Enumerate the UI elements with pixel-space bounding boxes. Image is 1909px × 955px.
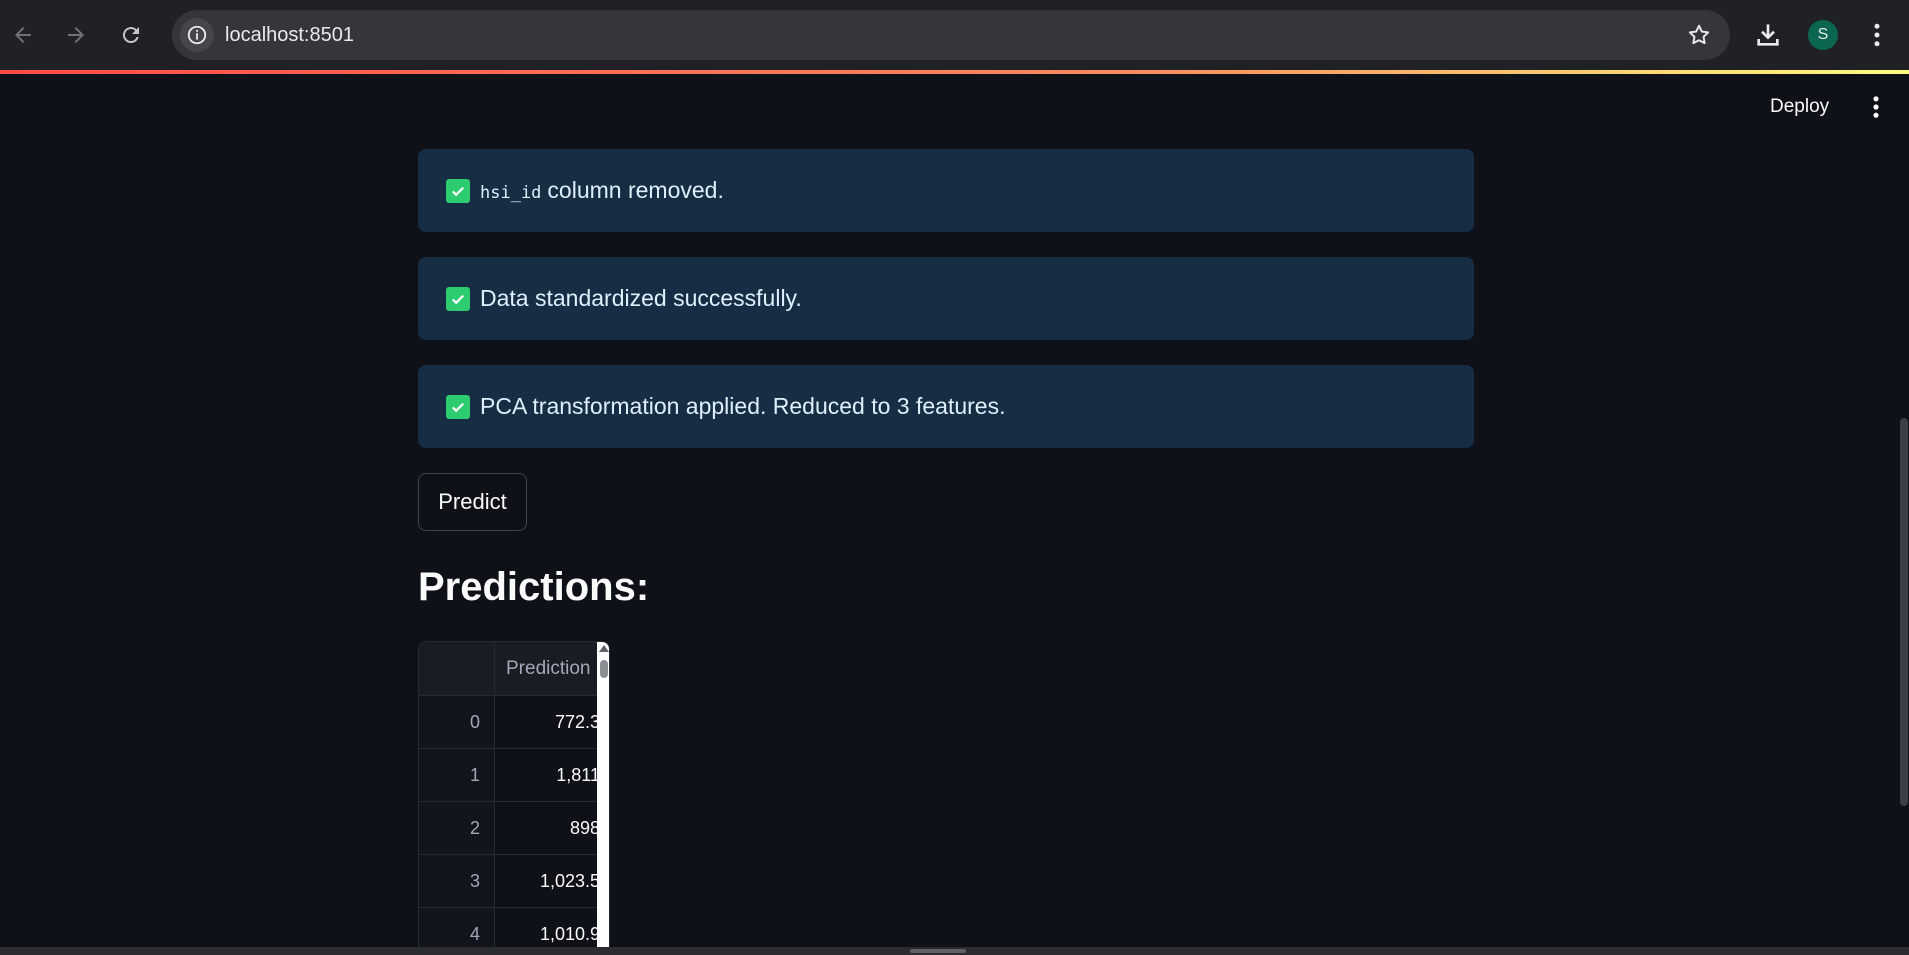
row-value[interactable]: 1,023.5 bbox=[496, 855, 600, 907]
table-row[interactable]: 1 1,811 bbox=[419, 749, 609, 802]
reload-button[interactable] bbox=[113, 17, 149, 53]
table-row[interactable]: 0 772.3 bbox=[419, 696, 609, 749]
back-button[interactable] bbox=[5, 17, 41, 53]
row-value[interactable]: 898 bbox=[496, 802, 600, 854]
table-header: Prediction bbox=[419, 642, 609, 696]
scroll-up-arrow-icon[interactable] bbox=[599, 645, 609, 652]
check-icon bbox=[446, 394, 470, 419]
row-value[interactable]: 772.3 bbox=[496, 696, 600, 748]
alert-text: Data standardized successfully. bbox=[480, 285, 802, 311]
app-decoration-bar bbox=[0, 70, 1909, 74]
success-alert-standardized: Data standardized successfully. bbox=[418, 257, 1474, 340]
column-header-prediction[interactable]: Prediction bbox=[506, 658, 591, 680]
alert-text: column removed. bbox=[547, 177, 724, 203]
resize-handle[interactable] bbox=[910, 949, 966, 953]
url-text[interactable]: localhost:8501 bbox=[225, 24, 354, 47]
page-scrollbar[interactable] bbox=[1898, 74, 1909, 955]
bottom-edge-bar bbox=[0, 947, 1909, 955]
predictions-table[interactable]: Prediction 0 772.3 1 1,811 2 898 3 1,023… bbox=[418, 641, 610, 955]
row-index: 2 bbox=[419, 802, 495, 854]
download-icon[interactable] bbox=[1752, 19, 1784, 51]
page-scroll-thumb[interactable] bbox=[1900, 418, 1908, 806]
row-index: 1 bbox=[419, 749, 495, 801]
table-scroll-thumb[interactable] bbox=[600, 660, 608, 678]
table-row[interactable]: 2 898 bbox=[419, 802, 609, 855]
app-menu-icon[interactable] bbox=[1862, 92, 1890, 122]
address-bar[interactable]: localhost:8501 bbox=[172, 10, 1730, 60]
predictions-heading: Predictions: bbox=[418, 565, 650, 609]
arrow-left-icon bbox=[15, 27, 31, 43]
success-alert-hsi-removed: hsi_id column removed. bbox=[418, 149, 1474, 232]
deploy-button[interactable]: Deploy bbox=[1760, 90, 1839, 124]
profile-avatar[interactable]: S bbox=[1808, 20, 1838, 50]
more-vertical-icon[interactable] bbox=[1862, 19, 1892, 51]
alert-text: PCA transformation applied. Reduced to 3… bbox=[480, 393, 1006, 419]
row-index: 0 bbox=[419, 696, 495, 748]
info-icon bbox=[187, 25, 207, 45]
row-value[interactable]: 1,811 bbox=[496, 749, 600, 801]
browser-toolbar: localhost:8501 S bbox=[0, 0, 1909, 70]
success-alert-pca: PCA transformation applied. Reduced to 3… bbox=[418, 365, 1474, 448]
predict-button[interactable]: Predict bbox=[418, 473, 527, 531]
check-icon bbox=[446, 286, 470, 311]
table-scrollbar[interactable] bbox=[597, 642, 609, 954]
forward-button[interactable] bbox=[58, 17, 94, 53]
arrow-right-icon bbox=[68, 27, 84, 43]
row-index: 3 bbox=[419, 855, 495, 907]
alert-message: hsi_id column removed. bbox=[480, 177, 724, 204]
alert-code: hsi_id bbox=[480, 183, 542, 203]
site-info-button[interactable] bbox=[180, 18, 214, 52]
index-header bbox=[419, 642, 495, 696]
star-icon[interactable] bbox=[1686, 22, 1712, 48]
table-row[interactable]: 3 1,023.5 bbox=[419, 855, 609, 908]
reload-icon bbox=[122, 27, 139, 44]
check-icon bbox=[446, 178, 470, 203]
